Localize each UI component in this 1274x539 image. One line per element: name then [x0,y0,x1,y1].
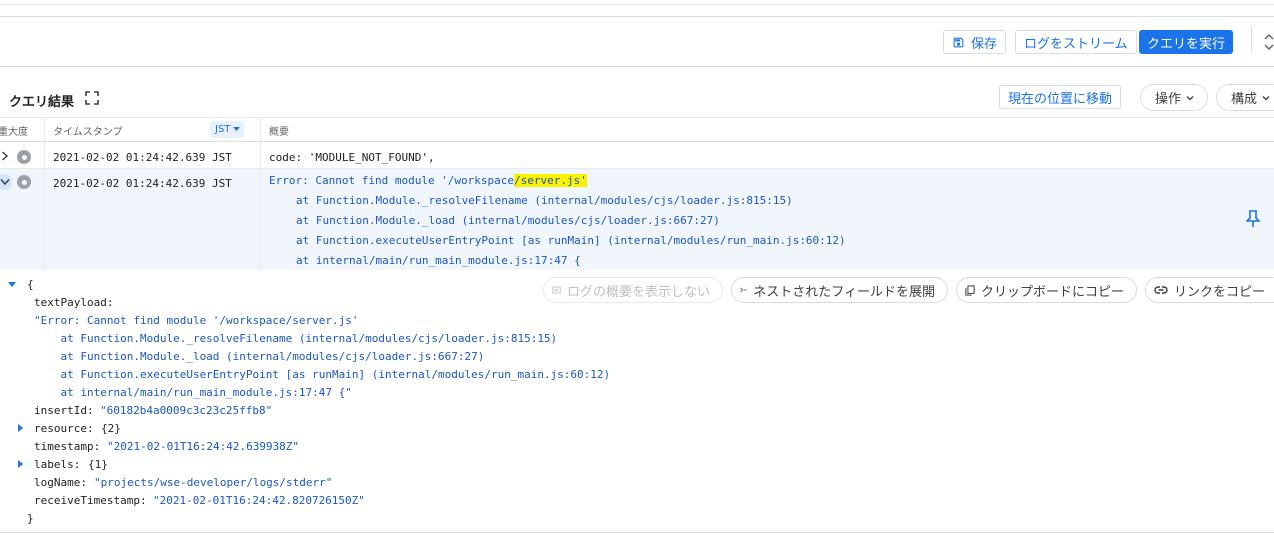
expand-triangle-icon[interactable] [18,424,23,432]
json-value-text-payload: at Function.Module._resolveFilename (int… [34,332,558,345]
copy-link-button[interactable]: リンクをコピー [1145,277,1274,303]
stack-line: at Function.Module._resolveFilename (int… [296,194,793,207]
caret-down-icon [233,127,241,131]
summary-icon [552,286,561,294]
timezone-label: JST [215,124,231,135]
copy-icon [965,284,975,296]
json-key-log-name: logName: [34,476,87,489]
expand-icon [740,287,747,293]
column-header: 重大度 タイムスタンプ JST 概要 [0,117,1274,143]
results-title: クエリ結果 [9,95,75,110]
top-strip [0,0,1274,17]
jump-to-now-label: 現在の位置に移動 [1008,91,1113,107]
json-value-text-payload: at Function.Module._load (internal/modul… [34,350,485,363]
save-label: 保存 [971,36,998,52]
chevron-down-icon [0,179,10,186]
json-key-text-payload: textPayload: [34,296,114,309]
expand-triangle-icon[interactable] [18,460,23,468]
jump-to-now-button[interactable]: 現在の位置に移動 [999,85,1122,109]
hide-summary-button[interactable]: ログの概要を表示しない [543,277,723,303]
collapse-triangle-icon[interactable] [8,282,16,287]
summary-column-header[interactable]: 概要 [269,123,289,138]
copy-to-clipboard-label: クリップボードにコピー [980,284,1124,300]
configure-menu[interactable]: 構成 [1216,84,1274,111]
fullscreen-icon[interactable] [85,91,99,105]
link-icon [1154,286,1168,294]
timezone-selector[interactable]: JST [210,121,245,138]
json-value-resource: {2} [101,422,121,435]
timestamp-column-header[interactable]: タイムスタンプ [53,123,123,138]
expand-nested-label: ネストされたフィールドを展開 [753,284,935,300]
json-key-insert-id: insertId: [34,404,94,417]
log-row[interactable]: 2021-02-02 01:24:42.639 JST code: 'MODUL… [0,143,1274,169]
run-query-button[interactable]: クエリを実行 [1139,30,1234,54]
severity-default-icon [17,150,31,164]
toolbar-divider [1251,26,1252,52]
copy-link-label: リンクをコピー [1174,284,1266,300]
json-value-log-name: "projects/wse-developer/logs/stderr" [94,476,333,489]
unfold-icon[interactable] [1264,33,1274,51]
json-value-insert-id: "60182b4a0009c3c23c25ffb8" [100,404,273,417]
row-divider [0,532,1274,533]
json-key-labels[interactable]: labels: [34,458,80,471]
json-key-resource[interactable]: resource: [34,422,94,435]
chevron-right-icon[interactable] [1,151,9,161]
chevron-down-icon [1186,95,1194,100]
copy-to-clipboard-button[interactable]: クリップボードにコピー [956,277,1137,303]
expand-nested-fields-button[interactable]: ネストされたフィールドを展開 [731,277,948,303]
json-close-brace: } [27,512,34,525]
json-value-timestamp: "2021-02-01T16:24:42.639938Z" [107,440,300,453]
hide-summary-label: ログの概要を表示しない [566,284,710,300]
summary-text: Error: Cannot find module '/workspace [269,174,515,187]
actions-label: 操作 [1155,92,1182,107]
chevron-down-icon [1262,95,1270,100]
log-detail-panel: { ログの概要を表示しない ネストされたフィールドを展開 クリップボードにコピー… [0,270,1274,532]
severity-column-header[interactable]: 重大度 [0,123,28,138]
stream-logs-button[interactable]: ログをストリーム [1015,30,1137,54]
save-icon [953,37,964,47]
json-open-brace: { [27,278,34,291]
log-summary: Error: Cannot find module '/workspace/se… [269,174,587,187]
collapse-row-button[interactable] [0,174,12,190]
search-highlight: /server.js' [514,174,587,187]
actions-menu[interactable]: 操作 [1140,84,1208,111]
save-button[interactable]: 保存 [943,30,1007,54]
json-value-labels: {1} [88,458,108,471]
log-timestamp: 2021-02-02 01:24:42.639 JST [53,151,232,164]
json-value-receive-timestamp: "2021-02-01T16:24:42.820726150Z" [153,494,365,507]
stack-line: at internal/main/run_main_module.js:17:4… [296,254,581,267]
log-summary: code: 'MODULE_NOT_FOUND', [269,151,435,164]
run-query-label: クエリを実行 [1147,36,1226,52]
severity-default-icon [17,175,31,189]
json-value-text-payload: at internal/main/run_main_module.js:17:4… [34,386,352,399]
json-key-receive-timestamp: receiveTimestamp: [34,494,147,507]
json-value-text-payload: at Function.executeUserEntryPoint [as ru… [34,368,611,381]
json-key-timestamp: timestamp: [34,440,101,453]
json-value-text-payload: "Error: Cannot find module '/workspace/s… [34,314,359,327]
stack-line: at Function.Module._load (internal/modul… [296,214,720,227]
stack-line: at Function.executeUserEntryPoint [as ru… [296,234,846,247]
configure-label: 構成 [1231,92,1258,107]
pin-icon[interactable] [1246,210,1260,228]
results-header: クエリ結果 現在の位置に移動 操作 構成 [0,81,1274,117]
log-row-expanded[interactable]: 2021-02-02 01:24:42.639 JST Error: Canno… [0,169,1274,270]
log-timestamp: 2021-02-02 01:24:42.639 JST [53,177,232,190]
query-toolbar: 保存 ログをストリーム クエリを実行 [0,17,1274,67]
stream-logs-label: ログをストリーム [1024,36,1128,52]
